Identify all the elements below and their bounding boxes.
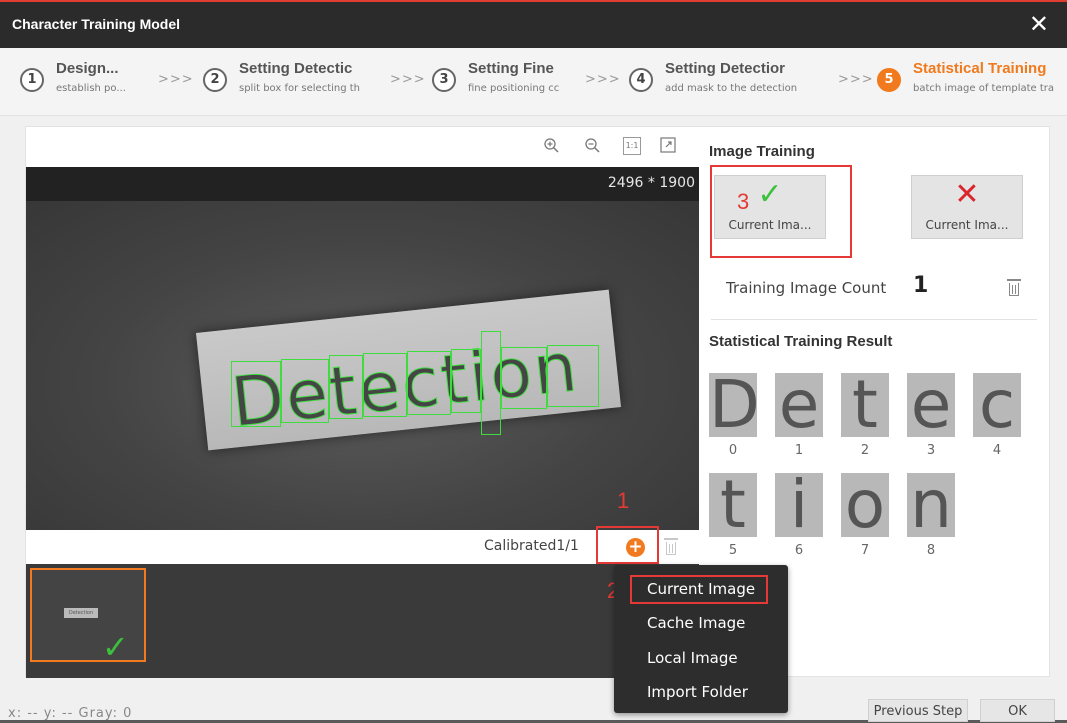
step-description: add mask to the detection (665, 83, 798, 94)
zoom-out-icon[interactable] (583, 137, 601, 155)
step-separator: >>> (390, 72, 426, 87)
char-index: 2 (860, 443, 870, 458)
step-number: 4 (629, 68, 653, 92)
train-ng-label: Current Ima... (925, 218, 1009, 232)
window-title: Character Training Model (12, 16, 181, 32)
calibration-status: Calibrated1/1 (484, 538, 579, 554)
cross-icon: ✕ (954, 177, 980, 212)
wizard-steps: 1 Design... establish po... >>> 2 Settin… (0, 48, 1067, 116)
close-icon[interactable]: ✕ (1029, 10, 1049, 38)
menu-item-cache-image[interactable]: Cache Image (647, 614, 745, 632)
step-1[interactable]: 1 Design... establish po... (20, 48, 145, 116)
step-description: fine positioning cc (468, 83, 560, 94)
add-image-menu: Current Image Cache Image Local Image Im… (614, 565, 788, 713)
step-5[interactable]: 5 Statistical Training batch image of te… (877, 48, 1067, 116)
annotation-box-train-ok (710, 165, 852, 258)
step-number: 1 (20, 68, 44, 92)
step-description: split box for selecting th (239, 83, 361, 94)
pixel-readout: x: -- y: -- Gray: 0 (8, 706, 133, 721)
char-template: c (973, 373, 1021, 437)
char-template: e (775, 373, 823, 437)
clear-training-icon[interactable] (1007, 279, 1021, 297)
thumbnail-strip: Detection ✓ (26, 564, 699, 678)
thumbnail-selected[interactable]: Detection ✓ (30, 568, 146, 666)
image-resolution: 2496 * 1900 (607, 175, 695, 191)
title-bar: Character Training Model ✕ (0, 2, 1067, 48)
annotation-1: 1 (617, 488, 630, 513)
image-viewer-pane: 1:1 2496 * 1900 Detection Calibrated1/1 … (26, 127, 699, 678)
step-separator: >>> (585, 72, 621, 87)
fit-window-icon[interactable] (659, 137, 677, 155)
step-title: Setting Fine (468, 60, 554, 77)
char-template: t (709, 473, 757, 537)
training-count-label: Training Image Count (726, 279, 887, 297)
menu-item-current-image[interactable]: Current Image (647, 580, 755, 598)
char-index: 4 (992, 443, 1002, 458)
char-index: 6 (794, 543, 804, 558)
step-2[interactable]: 2 Setting Detectic split box for selecti… (203, 48, 378, 116)
step-number: 2 (203, 68, 227, 92)
char-box (231, 361, 281, 427)
delete-image-icon[interactable] (664, 538, 678, 556)
char-index: 8 (926, 543, 936, 558)
char-box (281, 359, 329, 423)
char-template: t (841, 373, 889, 437)
menu-item-local-image[interactable]: Local Image (647, 649, 738, 667)
char-index: 5 (728, 543, 738, 558)
train-ng-button[interactable]: ✕ Current Ima... (911, 175, 1023, 239)
char-template: e (907, 373, 955, 437)
char-template: n (907, 473, 955, 537)
char-template: o (841, 473, 889, 537)
training-result-title: Statistical Training Result (709, 333, 893, 350)
character-training-dialog: Character Training Model ✕ 1 Design... e… (0, 0, 1067, 722)
char-box (407, 351, 451, 415)
char-box (481, 331, 501, 435)
char-index: 0 (728, 443, 738, 458)
actual-size-icon[interactable]: 1:1 (623, 137, 641, 155)
step-title: Setting Detectior (665, 60, 786, 77)
image-canvas[interactable]: 2496 * 1900 Detection (26, 167, 699, 530)
char-template: D (709, 373, 757, 437)
char-index: 7 (860, 543, 870, 558)
step-3[interactable]: 3 Setting Fine fine positioning cc (432, 48, 582, 116)
step-description: batch image of template tra (913, 83, 1055, 94)
main-content: 1:1 2496 * 1900 Detection Calibrated1/1 … (25, 126, 1050, 678)
step-title: Setting Detectic (239, 60, 353, 77)
step-separator: >>> (838, 72, 874, 87)
annotation-box-add-button (596, 526, 659, 564)
viewer-toolbar: 1:1 (26, 127, 699, 167)
training-count-value: 1 (913, 273, 929, 298)
char-box (547, 345, 599, 407)
check-icon: ✓ (102, 628, 129, 666)
ok-button[interactable]: OK (980, 699, 1055, 722)
step-title: Statistical Training (913, 60, 1047, 77)
step-4[interactable]: 4 Setting Detectior add mask to the dete… (629, 48, 834, 116)
step-number: 3 (432, 68, 456, 92)
step-number: 5 (877, 68, 901, 92)
char-box (451, 349, 481, 413)
previous-step-button[interactable]: Previous Step (868, 699, 968, 722)
char-template: i (775, 473, 823, 537)
zoom-in-icon[interactable] (542, 137, 560, 155)
step-description: establish po... (56, 83, 126, 94)
thumbnail-label: Detection (64, 608, 98, 618)
char-box (363, 353, 407, 417)
section-divider (711, 319, 1037, 320)
char-index: 3 (926, 443, 936, 458)
step-separator: >>> (158, 72, 194, 87)
camera-image: Detection (26, 201, 699, 530)
char-index: 1 (794, 443, 804, 458)
image-info-bar: 2496 * 1900 (26, 167, 699, 201)
image-training-title: Image Training (709, 143, 815, 160)
step-title: Design... (56, 60, 119, 77)
char-box (329, 355, 363, 419)
char-box (501, 347, 547, 409)
